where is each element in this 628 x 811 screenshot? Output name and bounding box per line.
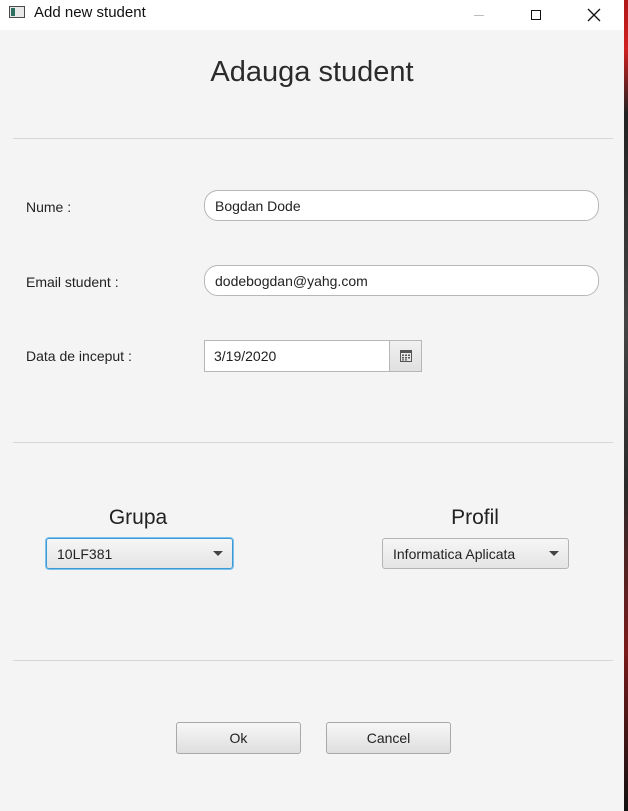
ok-button[interactable]: Ok — [176, 722, 301, 754]
app-icon — [9, 6, 25, 18]
calendar-button[interactable] — [389, 341, 421, 371]
email-field[interactable]: dodebogdan@yahg.com — [204, 265, 599, 296]
profile-dropdown[interactable]: Informatica Aplicata — [382, 538, 569, 569]
start-date-label: Data de inceput : — [26, 348, 132, 364]
email-value: dodebogdan@yahg.com — [215, 272, 368, 289]
calendar-icon — [399, 350, 412, 362]
window-title: Add new student — [34, 4, 146, 21]
divider — [13, 660, 613, 661]
minimize-button[interactable] — [456, 0, 502, 30]
maximize-icon — [531, 10, 541, 20]
background-window-edge — [624, 0, 628, 811]
profile-value: Informatica Aplicata — [393, 545, 516, 562]
name-label: Nume : — [26, 199, 72, 215]
start-date-picker[interactable]: 3/19/2020 — [204, 340, 422, 372]
divider — [13, 138, 613, 139]
start-date-input[interactable]: 3/19/2020 — [205, 341, 389, 371]
form-heading: Adauga student — [210, 56, 414, 88]
start-date-value: 3/19/2020 — [214, 348, 277, 364]
close-icon — [587, 8, 601, 22]
close-button[interactable] — [571, 0, 617, 30]
name-value: Bogdan Dode — [215, 197, 301, 214]
chevron-down-icon — [549, 551, 559, 556]
profile-label: Profil — [451, 506, 499, 529]
chevron-down-icon — [213, 551, 223, 556]
cancel-button[interactable]: Cancel — [326, 722, 451, 754]
email-label: Email student : — [26, 274, 119, 290]
name-field[interactable]: Bogdan Dode — [204, 190, 599, 221]
divider — [13, 442, 613, 443]
group-label: Grupa — [108, 506, 168, 529]
group-value: 10LF381 — [57, 545, 113, 562]
title-bar: Add new student — [0, 0, 624, 30]
minimize-icon — [474, 14, 484, 16]
maximize-button[interactable] — [513, 0, 559, 30]
group-dropdown[interactable]: 10LF381 — [46, 538, 233, 569]
